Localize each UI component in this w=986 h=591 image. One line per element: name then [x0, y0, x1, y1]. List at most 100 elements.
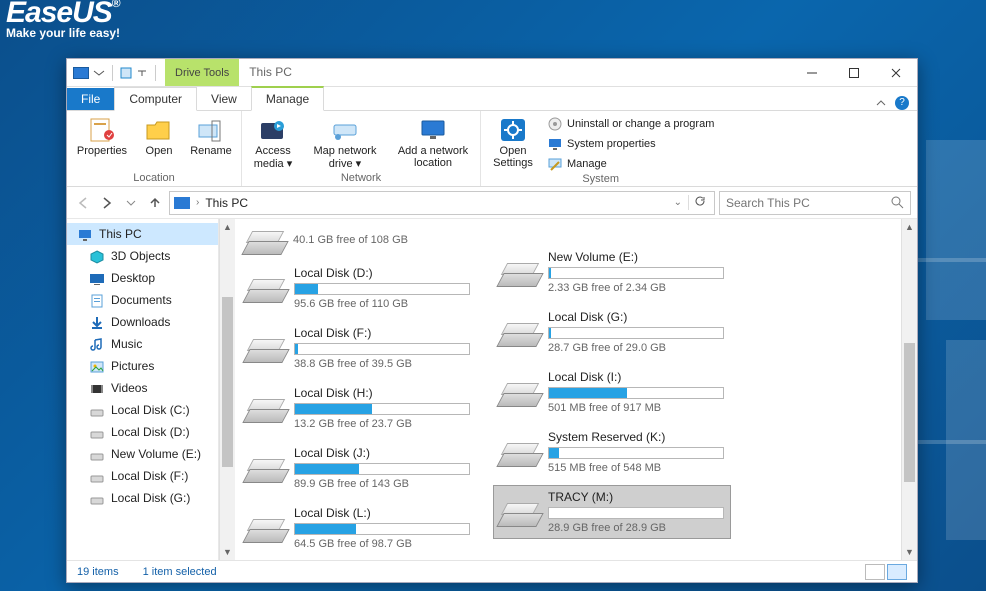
- open-folder-icon: [144, 117, 174, 143]
- drive-tile[interactable]: New Volume (E:)2.33 GB free of 2.34 GB: [493, 245, 731, 299]
- recent-locations-button[interactable]: [121, 193, 141, 213]
- drive-free-text: 64.5 GB free of 98.7 GB: [294, 538, 470, 550]
- nav-item-local-disk-d-[interactable]: Local Disk (D:): [67, 421, 218, 443]
- disk-icon: [89, 469, 105, 483]
- nav-item-local-disk-g-[interactable]: Local Disk (G:): [67, 487, 218, 509]
- manage-button[interactable]: Manage: [547, 155, 714, 173]
- drive-name: Local Disk (I:): [548, 370, 724, 384]
- drive-tile[interactable]: Local Disk (J:)89.9 GB free of 143 GB: [239, 441, 477, 495]
- add-network-location-button[interactable]: Add a network location: [392, 115, 474, 172]
- scroll-down-arrow-icon[interactable]: ▼: [905, 544, 914, 560]
- drive-tile[interactable]: Local Disk (G:)28.7 GB free of 29.0 GB: [493, 305, 731, 359]
- status-selection: 1 item selected: [143, 566, 217, 578]
- nav-item-label: This PC: [99, 227, 142, 241]
- nav-item-3d-objects[interactable]: 3D Objects: [67, 245, 218, 267]
- forward-button[interactable]: [97, 193, 117, 213]
- qat-caret-icon[interactable]: [136, 67, 148, 79]
- system-properties-button[interactable]: System properties: [547, 135, 714, 153]
- navigation-pane[interactable]: This PC 3D Objects Desktop DocumentsDownloa…: [67, 219, 219, 560]
- nav-item-label: Pictures: [111, 359, 154, 373]
- capacity-bar: [294, 403, 470, 415]
- nav-item-label: Music: [111, 337, 142, 351]
- uninstall-program-button[interactable]: Uninstall or change a program: [547, 115, 714, 133]
- content-scrollbar[interactable]: ▲ ▼: [901, 219, 917, 560]
- help-icon[interactable]: ?: [895, 96, 909, 110]
- nav-item-label: Desktop: [111, 271, 155, 285]
- ribbon-group-system: Open Settings Uninstall or change a prog…: [481, 111, 720, 186]
- disk-icon: [89, 403, 105, 417]
- breadcrumb-this-pc[interactable]: This PC: [205, 196, 248, 210]
- scroll-up-arrow-icon[interactable]: ▲: [223, 219, 232, 235]
- nav-item-videos[interactable]: Videos: [67, 377, 218, 399]
- scrollbar-thumb[interactable]: [222, 297, 233, 467]
- search-box[interactable]: [719, 191, 911, 215]
- qat-properties-icon[interactable]: [120, 67, 132, 79]
- rename-icon: [196, 117, 226, 143]
- search-input[interactable]: [726, 196, 891, 210]
- qat-dropdown-icon[interactable]: [93, 67, 105, 79]
- drive-tile[interactable]: Local Disk (L:)64.5 GB free of 98.7 GB: [239, 501, 477, 555]
- nav-item-this-pc[interactable]: This PC: [67, 223, 218, 245]
- nav-item-music[interactable]: Music: [67, 333, 218, 355]
- tab-file[interactable]: File: [67, 88, 114, 110]
- search-icon[interactable]: [891, 196, 904, 209]
- breadcrumb-dropdown-icon[interactable]: ⌄: [674, 197, 682, 208]
- tab-view[interactable]: View: [197, 88, 251, 110]
- content-pane[interactable]: 40.1 GB free of 108 GB Local Disk (D:)95…: [235, 219, 901, 560]
- window-title: This PC: [239, 59, 791, 86]
- nav-item-new-volume-e-[interactable]: New Volume (E:): [67, 443, 218, 465]
- drive-tile[interactable]: Local Disk (I:) 501 MB free of 917 MB: [493, 365, 731, 419]
- pic-icon: [89, 359, 105, 373]
- drive-tile[interactable]: TRACY (M:)28.9 GB free of 28.9 GB: [493, 485, 731, 539]
- collapse-ribbon-icon[interactable]: [875, 97, 887, 109]
- drive-free-text: 501 MB free of 917 MB: [548, 402, 724, 414]
- nav-item-desktop[interactable]: Desktop: [67, 267, 218, 289]
- drive-icon: [246, 393, 286, 423]
- details-view-button[interactable]: [865, 564, 885, 580]
- drive-tile[interactable]: Local Disk (D:)95.6 GB free of 110 GB: [239, 261, 477, 315]
- scrollbar-thumb[interactable]: [904, 343, 915, 482]
- scroll-down-arrow-icon[interactable]: ▼: [223, 544, 232, 560]
- drive-name: System Reserved (K:): [548, 430, 724, 444]
- tab-manage[interactable]: Manage: [251, 86, 324, 111]
- settings-gear-icon: [498, 117, 528, 143]
- capacity-bar: [294, 343, 470, 355]
- nav-scrollbar[interactable]: ▲ ▼: [219, 219, 235, 560]
- drive-tile[interactable]: Local Disk (F:)38.8 GB free of 39.5 GB: [239, 321, 477, 375]
- properties-button[interactable]: Properties: [73, 115, 131, 172]
- maximize-button[interactable]: [833, 59, 875, 86]
- explorer-window: Drive Tools This PC File Computer View M…: [66, 58, 918, 583]
- nav-item-downloads[interactable]: Downloads: [67, 311, 218, 333]
- nav-item-label: New Volume (E:): [111, 447, 201, 461]
- access-media-button[interactable]: Access media ▾: [248, 115, 298, 172]
- drive-tile[interactable]: Local Disk (H:)13.2 GB free of 23.7 GB: [239, 381, 477, 435]
- tiles-view-button[interactable]: [887, 564, 907, 580]
- cube-icon: [89, 249, 105, 263]
- drive-name: TRACY (M:): [548, 490, 724, 504]
- doc-icon: [89, 293, 105, 307]
- map-network-drive-button[interactable]: Map network drive ▾: [306, 115, 384, 172]
- monitor-small-icon: [547, 136, 563, 152]
- monitor-icon: [418, 117, 448, 143]
- nav-item-pictures[interactable]: Pictures: [67, 355, 218, 377]
- title-bar: Drive Tools This PC: [67, 59, 917, 87]
- close-button[interactable]: [875, 59, 917, 86]
- scroll-up-arrow-icon[interactable]: ▲: [905, 219, 914, 235]
- open-button[interactable]: Open: [139, 115, 179, 172]
- back-button[interactable]: [73, 193, 93, 213]
- up-button[interactable]: [145, 193, 165, 213]
- drive-tile[interactable]: System Reserved (K:)515 MB free of 548 M…: [493, 425, 731, 479]
- drive-free-text: 38.8 GB free of 39.5 GB: [294, 358, 470, 370]
- open-settings-button[interactable]: Open Settings: [487, 115, 539, 173]
- nav-item-local-disk-c-[interactable]: Local Disk (C:): [67, 399, 218, 421]
- drive-icon: [246, 333, 286, 363]
- nav-item-documents[interactable]: Documents: [67, 289, 218, 311]
- minimize-button[interactable]: [791, 59, 833, 86]
- capacity-bar: [294, 523, 470, 535]
- nav-item-local-disk-f-[interactable]: Local Disk (F:): [67, 465, 218, 487]
- breadcrumb[interactable]: › This PC ⌄: [169, 191, 715, 215]
- refresh-button[interactable]: [688, 195, 710, 210]
- rename-button[interactable]: Rename: [187, 115, 235, 172]
- contextual-tab-drive-tools[interactable]: Drive Tools: [165, 59, 239, 86]
- tab-computer[interactable]: Computer: [114, 87, 197, 111]
